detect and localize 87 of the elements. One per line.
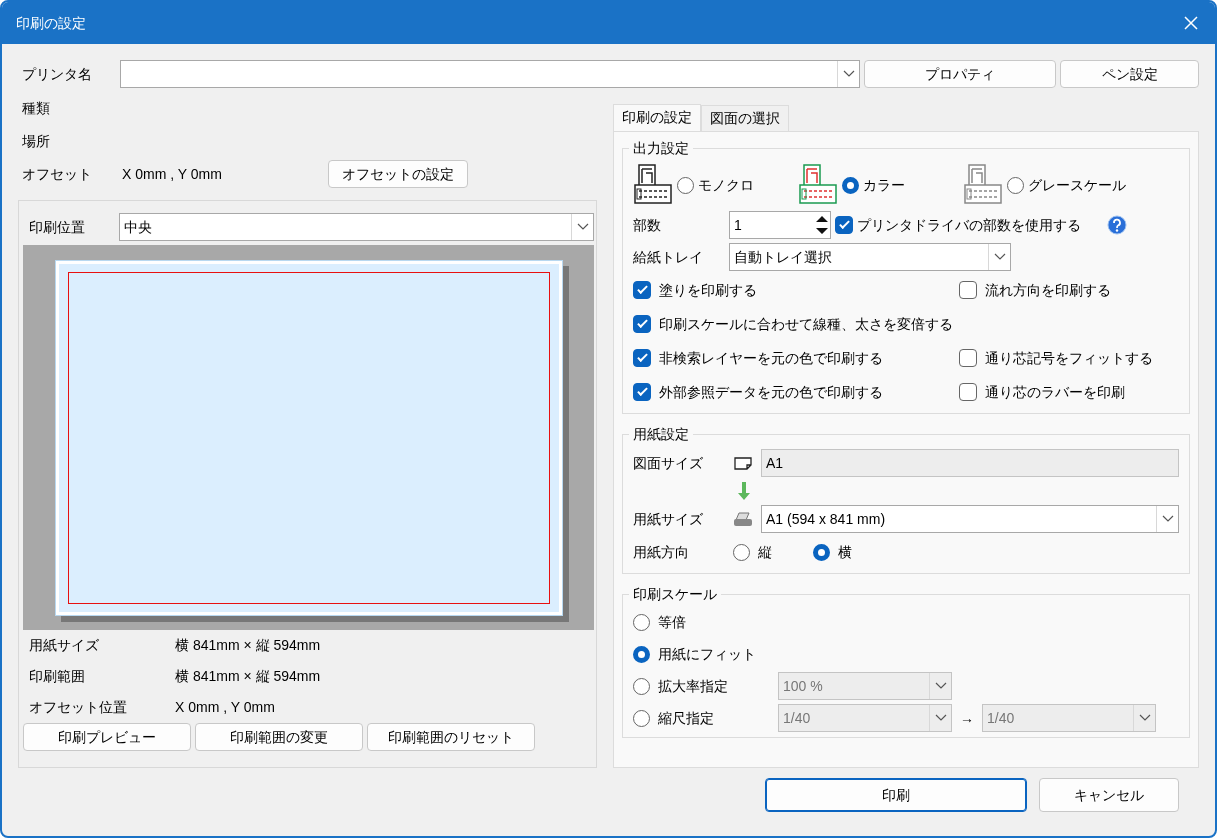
copies-spinner[interactable]: 1: [729, 211, 831, 239]
close-icon: [1183, 15, 1199, 31]
cancel-button[interactable]: キャンセル: [1039, 778, 1179, 812]
drawing-icon: [633, 163, 673, 207]
down-arrow-icon: [737, 481, 751, 501]
checkbox-label: 外部参照データを元の色で印刷する: [659, 382, 883, 402]
radio-label: 用紙にフィット: [658, 644, 757, 664]
field-label: 部数: [633, 215, 662, 235]
drawing-icon: [963, 163, 1003, 207]
checkbox[interactable]: [633, 349, 651, 367]
checkbox[interactable]: [633, 281, 651, 299]
spinner-arrows-icon: [814, 213, 830, 237]
radio-button[interactable]: [633, 709, 650, 727]
dropdown-chevron-icon: [1138, 714, 1151, 722]
field-label: 給紙トレイ: [633, 247, 704, 267]
scale-dropdown[interactable]: 1/40: [982, 704, 1156, 732]
checkbox-label: 通り芯記号をフィットする: [985, 348, 1153, 368]
dropdown-chevron-icon: [576, 223, 589, 231]
checkbox-label: 印刷スケールに合わせて線種、太さを変倍する: [659, 314, 953, 334]
arrow-symbol: →: [960, 708, 974, 728]
paper-size-dropdown[interactable]: A1 (594 x 841 mm): [761, 505, 1179, 533]
drawing-size-field[interactable]: A1: [761, 449, 1179, 477]
scale-dropdown[interactable]: 1/40: [778, 704, 952, 732]
checkbox-label: 通り芯のラバーを印刷: [985, 382, 1125, 402]
dropdown-chevron-icon: [1161, 515, 1174, 523]
checkbox[interactable]: [835, 216, 853, 234]
toolbar-button[interactable]: ペン設定: [1060, 60, 1199, 88]
checkbox[interactable]: [633, 383, 651, 401]
dropdown-chevron-icon: [934, 682, 947, 690]
dropdown-chevron-icon: [993, 253, 1006, 261]
field-label: 用紙サイズ: [633, 509, 704, 529]
tab[interactable]: 印刷の設定: [613, 104, 701, 132]
field-label: 場所: [22, 132, 50, 151]
field-label: 印刷範囲: [29, 667, 86, 687]
paper-tray-dropdown[interactable]: 自動トレイ選択: [729, 243, 1011, 271]
radio-button[interactable]: [1007, 176, 1024, 194]
tab[interactable]: 図面の選択: [701, 105, 789, 131]
field-value: 横 841mm × 縦 594mm: [175, 636, 321, 656]
radio-button[interactable]: [633, 645, 650, 663]
scale-dropdown[interactable]: 100 %: [778, 672, 952, 700]
checkbox[interactable]: [633, 315, 651, 333]
dropdown-chevron-icon: [842, 70, 855, 78]
radio-button[interactable]: [677, 176, 694, 194]
print-button[interactable]: 印刷: [765, 778, 1027, 812]
panel-button[interactable]: 印刷範囲のリセット: [367, 723, 535, 751]
sheet-icon: [733, 455, 753, 471]
toolbar-button[interactable]: プロパティ: [864, 60, 1056, 88]
radio-label: モノクロ: [698, 175, 754, 195]
color-drawing-icon: [798, 163, 838, 207]
radio-label: 縮尺指定: [658, 708, 715, 728]
radio-button[interactable]: [813, 543, 830, 561]
radio-button[interactable]: [633, 677, 650, 695]
offset-value: X 0mm , Y 0mm: [122, 164, 223, 184]
checkbox-label: プリンタドライバの部数を使用する: [857, 215, 1081, 235]
checkbox-label: 非検索レイヤーを元の色で印刷する: [659, 348, 883, 368]
field-label: 用紙サイズ: [29, 636, 100, 656]
panel-button[interactable]: 印刷プレビュー: [23, 723, 191, 751]
field-label: 印刷位置: [28, 217, 86, 237]
radio-label: 等倍: [658, 612, 687, 632]
radio-button[interactable]: [733, 543, 750, 561]
radio-label: カラー: [863, 175, 905, 195]
checkbox-label: 流れ方向を印刷する: [985, 280, 1111, 300]
checkbox[interactable]: [959, 281, 977, 299]
radio-label: 横: [838, 542, 852, 562]
field-label: オフセット: [22, 164, 93, 184]
field-value: 横 841mm × 縦 594mm: [175, 667, 321, 687]
printer-icon: [733, 511, 753, 527]
checkbox-label: 塗りを印刷する: [659, 280, 757, 300]
field-label: 図面サイズ: [633, 453, 704, 473]
radio-label: 縦: [758, 542, 772, 562]
field-label: プリンタ名: [22, 64, 93, 84]
field-value: X 0mm , Y 0mm: [175, 698, 275, 718]
field-label: オフセット位置: [29, 698, 128, 718]
field-label: 用紙方向: [633, 542, 690, 562]
radio-button[interactable]: [842, 176, 859, 194]
offset-settings-button[interactable]: オフセットの設定: [328, 160, 468, 188]
help-icon: [1107, 215, 1127, 235]
print-position-dropdown[interactable]: 中央: [119, 213, 594, 241]
panel-button[interactable]: 印刷範囲の変更: [195, 723, 363, 751]
field-label: 種類: [22, 99, 50, 118]
dropdown-chevron-icon: [934, 714, 947, 722]
checkbox[interactable]: [959, 383, 977, 401]
radio-label: 拡大率指定: [658, 676, 729, 696]
radio-button[interactable]: [633, 613, 650, 631]
checkbox[interactable]: [959, 349, 977, 367]
radio-label: グレースケール: [1028, 175, 1126, 195]
window-title: 印刷の設定: [16, 13, 86, 33]
